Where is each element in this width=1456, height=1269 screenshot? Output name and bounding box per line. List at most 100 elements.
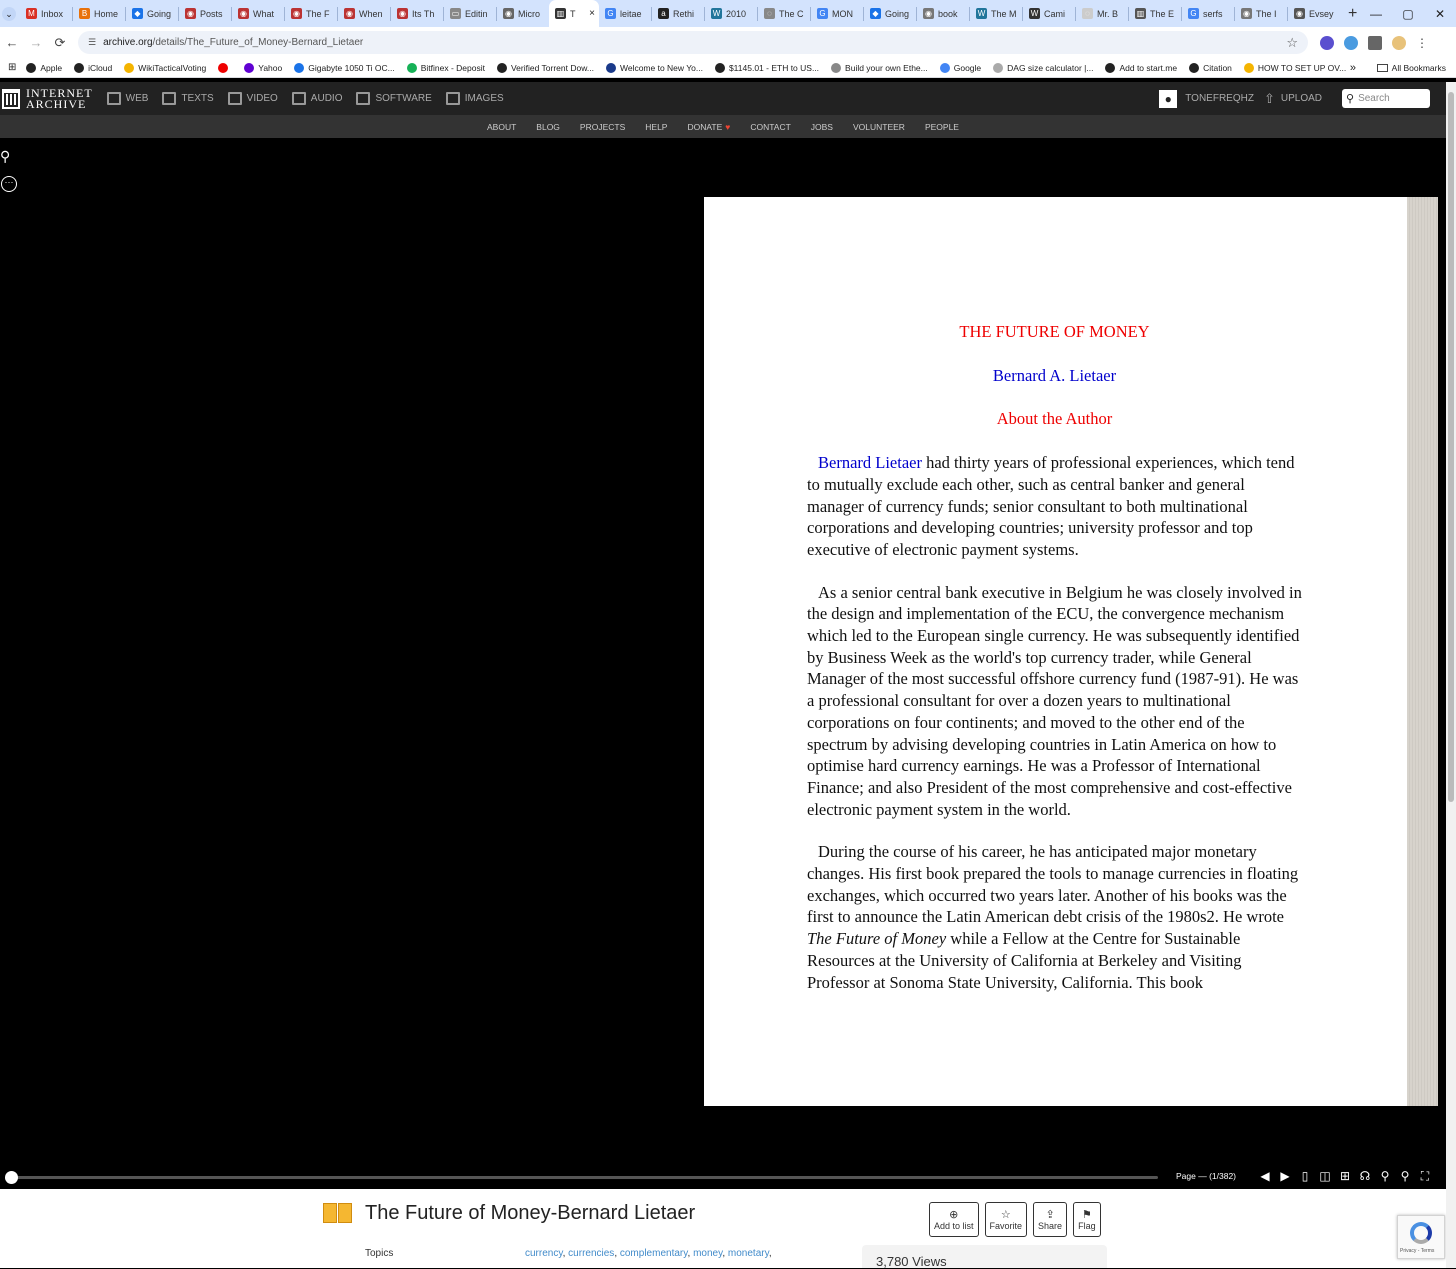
bookmarks-overflow-icon[interactable]: »	[1350, 62, 1356, 74]
one-page-view-icon[interactable]: ▯	[1298, 1169, 1312, 1184]
browser-tab[interactable]: ◉ The F	[285, 0, 337, 27]
media-nav-images[interactable]: IMAGES	[445, 92, 504, 105]
media-nav-web[interactable]: WEB	[106, 92, 148, 105]
browser-tab[interactable]: W 2010	[705, 0, 757, 27]
site-info-icon[interactable]: ☰	[88, 37, 96, 48]
subnav-projects[interactable]: PROJECTS	[580, 122, 625, 132]
bookmark-star-icon[interactable]: ☆	[1286, 35, 1298, 51]
favorite-button[interactable]: ☆ Favorite	[984, 1202, 1028, 1237]
apps-grid-icon[interactable]: ⊞	[8, 62, 16, 73]
subnav-help[interactable]: HELP	[645, 122, 667, 132]
all-bookmarks-folder[interactable]: All Bookmarks	[1376, 63, 1446, 73]
new-tab-button[interactable]: +	[1348, 5, 1357, 23]
browser-tab[interactable]: ◉ Its Th	[391, 0, 443, 27]
browser-tab[interactable]: ◆ Going	[864, 0, 916, 27]
extensions-puzzle-icon[interactable]	[1368, 35, 1382, 50]
upload-button[interactable]: ⇧ UPLOAD	[1264, 91, 1322, 107]
thumbnail-view-icon[interactable]: ⊞	[1338, 1169, 1352, 1184]
browser-tab[interactable]: ◉ The I	[1235, 0, 1287, 27]
topic-link[interactable]: currency	[525, 1248, 563, 1259]
browser-tab[interactable]: ◌ Mr. B	[1076, 0, 1128, 27]
media-nav-texts[interactable]: TEXTS	[162, 92, 214, 105]
browser-tab[interactable]: ▥ T ×	[549, 0, 599, 27]
minimize-button[interactable]: —	[1360, 0, 1392, 27]
bookmark-item[interactable]: $1145.01 - ETH to US...	[714, 62, 819, 73]
bookmark-item[interactable]	[218, 62, 232, 73]
media-nav-software[interactable]: SOFTWARE	[356, 92, 432, 105]
browser-tab[interactable]: ◉ When	[338, 0, 390, 27]
share-button[interactable]: ⇪ Share	[1033, 1202, 1068, 1237]
ia-logo[interactable]: INTERNET ARCHIVE	[2, 87, 93, 110]
subnav-people[interactable]: PEOPLE	[925, 122, 959, 132]
bookmark-item[interactable]: Verified Torrent Dow...	[496, 62, 594, 73]
subnav-blog[interactable]: BLOG	[536, 122, 560, 132]
bookmark-item[interactable]: Apple	[26, 62, 62, 73]
more-options-icon[interactable]: ···	[1, 176, 17, 192]
media-nav-video[interactable]: VIDEO	[227, 92, 278, 105]
recaptcha-badge[interactable]: Privacy - Terms	[1397, 1215, 1445, 1259]
tab-search-icon[interactable]: ⌄	[2, 6, 16, 21]
subnav-jobs[interactable]: JOBS	[811, 122, 833, 132]
browser-tab[interactable]: ◆ Going	[126, 0, 178, 27]
bookmark-item[interactable]: Welcome to New Yo...	[605, 62, 703, 73]
topic-link[interactable]: complementary	[620, 1248, 688, 1259]
fullscreen-icon[interactable]: ⛶	[1418, 1169, 1432, 1184]
zoom-in-icon[interactable]: ⚲	[1398, 1169, 1412, 1184]
ia-search-input[interactable]: ⚲ Search	[1342, 89, 1430, 108]
two-page-view-icon[interactable]: ◫	[1318, 1169, 1332, 1184]
bookmark-item[interactable]: HOW TO SET UP OV...	[1243, 62, 1346, 73]
browser-menu-icon[interactable]: ⋮	[1416, 36, 1430, 50]
flag-button[interactable]: ⚑ Flag	[1073, 1202, 1101, 1237]
browser-tab[interactable]: Gserfs	[1182, 0, 1234, 27]
bookmark-item[interactable]: Bitfinex - Deposit	[406, 62, 485, 73]
browser-tab[interactable]: a Rethi	[652, 0, 704, 27]
address-bar[interactable]: ☰ archive.org/details/The_Future_of_Mone…	[78, 31, 1308, 54]
browser-tab[interactable]: G MON	[811, 0, 863, 27]
extension-icon[interactable]	[1344, 35, 1358, 50]
add-to-list-button[interactable]: ⊕ Add to list	[929, 1202, 979, 1237]
browser-tab[interactable]: ◉ book	[917, 0, 969, 27]
browser-tab[interactable]: ▥ The E	[1129, 0, 1181, 27]
reload-button[interactable]: ⟳	[48, 35, 72, 51]
browser-tab[interactable]: M Inbox	[20, 0, 72, 27]
browser-tab[interactable]: ◉ Micro	[497, 0, 549, 27]
book-page[interactable]: THE FUTURE OF MONEY Bernard A. Lietaer A…	[704, 197, 1407, 1106]
scrollbar-thumb[interactable]	[1448, 92, 1454, 802]
search-inside-icon[interactable]: ⚲	[0, 148, 18, 166]
topic-link[interactable]: currencies	[568, 1248, 614, 1259]
bookmark-item[interactable]: WikiTacticalVoting	[124, 62, 206, 73]
extension-icon[interactable]	[1320, 35, 1334, 50]
browser-tab[interactable]: ◌ The C	[758, 0, 810, 27]
browser-tab[interactable]: W Cami	[1023, 0, 1075, 27]
close-tab-icon[interactable]: ×	[589, 8, 595, 19]
browser-tab[interactable]: B Home	[73, 0, 125, 27]
media-nav-audio[interactable]: AUDIO	[291, 92, 342, 105]
page-slider[interactable]	[8, 1176, 1158, 1179]
read-aloud-icon[interactable]: ☊	[1358, 1169, 1372, 1184]
next-page-icon[interactable]: ▶	[1278, 1169, 1292, 1184]
topic-link[interactable]: money	[693, 1248, 722, 1259]
page-scrollbar[interactable]	[1446, 82, 1456, 1268]
browser-tab[interactable]: ◉ What	[232, 0, 284, 27]
maximize-button[interactable]: ▢	[1392, 0, 1424, 27]
previous-page-icon[interactable]: ◀	[1258, 1169, 1272, 1184]
bookmark-item[interactable]: Add to start.me	[1105, 62, 1177, 73]
browser-tab[interactable]: Gleitae	[599, 0, 651, 27]
bookmark-item[interactable]: Yahoo	[244, 62, 282, 73]
browser-tab[interactable]: ▭ Editin	[444, 0, 496, 27]
browser-tab[interactable]: ◉ Posts	[179, 0, 231, 27]
bookmark-item[interactable]: Citation	[1189, 62, 1232, 73]
subnav-about[interactable]: ABOUT	[487, 122, 516, 132]
bookmark-item[interactable]: Build your own Ethe...	[831, 62, 928, 73]
user-menu[interactable]: ● TONEFREQHZ	[1159, 89, 1254, 108]
bookmark-item[interactable]: Google	[939, 62, 981, 73]
subnav-contact[interactable]: CONTACT	[750, 122, 790, 132]
page-slider-handle[interactable]	[4, 1171, 18, 1184]
forward-button[interactable]: →	[24, 35, 48, 50]
back-button[interactable]: ←	[0, 35, 24, 50]
subnav-donate[interactable]: DONATE ♥	[687, 122, 730, 132]
zoom-out-icon[interactable]: ⚲	[1378, 1169, 1392, 1184]
topic-link[interactable]: monetary	[728, 1248, 769, 1259]
bookmark-item[interactable]: iCloud	[74, 62, 112, 73]
profile-avatar[interactable]	[1392, 35, 1406, 50]
